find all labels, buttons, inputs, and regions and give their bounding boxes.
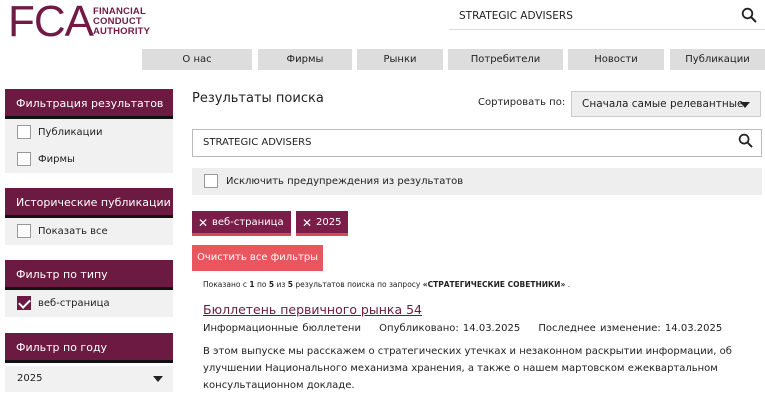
chevron-down-icon [153, 376, 163, 382]
checkbox[interactable] [17, 224, 31, 238]
filter-publications[interactable]: Публикации [5, 119, 173, 146]
fca-logo[interactable]: FCA FINANCIAL CONDUCT AUTHORITY [4, 0, 154, 46]
header-search-value: STRATEGIC ADVISERS [459, 10, 573, 22]
result-description: В этом выпуске мы расскажем о стратегиче… [203, 346, 732, 391]
sort-label: Сортировать по: [478, 97, 566, 108]
nav-consumers[interactable]: Потребители [448, 49, 563, 70]
result-modified: Последнее изменение: 14.03.2025 [538, 323, 723, 334]
nav-markets[interactable]: Рынки [357, 49, 443, 70]
results-summary: Показано с 1 по 5 из 5 результатов поиск… [203, 280, 571, 289]
exclude-warnings-label: Исключить предупреждения из результатов [226, 176, 464, 187]
chip-label: 2025 [316, 217, 342, 228]
year-select[interactable]: 2025 [5, 366, 173, 392]
show-all-option[interactable]: Показать все [5, 218, 173, 245]
checked-checkbox[interactable] [17, 296, 31, 310]
filter-firms-label: Фирмы [38, 154, 75, 165]
show-all-label: Показать все [38, 226, 108, 237]
filter-results-heading: Фильтрация результатов [5, 89, 173, 119]
close-icon[interactable]: ✕ [198, 211, 208, 235]
search-value: STRATEGIC ADVISERS [203, 137, 312, 148]
logo-letters: FCA [8, 0, 94, 46]
checkbox[interactable] [204, 174, 218, 188]
search-input[interactable]: STRATEGIC ADVISERS [192, 129, 762, 157]
header-search-input[interactable]: STRATEGIC ADVISERS [449, 4, 765, 30]
year-value: 2025 [17, 373, 43, 384]
filter-firms[interactable]: Фирмы [5, 146, 173, 173]
checkbox[interactable] [17, 125, 31, 139]
chip-label: веб-страница [212, 217, 284, 228]
filter-chip-year[interactable]: ✕ 2025 [296, 211, 348, 236]
nav-about[interactable]: О нас [142, 49, 252, 70]
year-heading: Фильтр по году [5, 333, 173, 363]
nav-publications[interactable]: Публикации [670, 49, 765, 70]
result-title-link[interactable]: Бюллетень первичного рынка 54 [203, 302, 422, 317]
filter-chip-webpage[interactable]: ✕ веб-страница [192, 211, 291, 236]
checkbox[interactable] [17, 152, 31, 166]
logo-text: FINANCIAL CONDUCT AUTHORITY [93, 6, 151, 37]
doctype-heading: Фильтр по типу документа [5, 260, 173, 311]
search-icon[interactable] [741, 7, 757, 23]
page-title: Результаты поиска [192, 91, 324, 106]
search-icon[interactable] [738, 133, 753, 148]
doctype-webpage-option[interactable]: веб-страница [5, 290, 173, 317]
close-icon[interactable]: ✕ [302, 211, 312, 235]
nav-news[interactable]: Новости [568, 49, 664, 70]
sort-value: Сначала самые релевантные [582, 98, 744, 110]
doctype-webpage-label: веб-страница [38, 298, 110, 309]
nav-firms[interactable]: Фирмы [258, 49, 352, 70]
result-type: Информационные бюллетени [203, 323, 361, 334]
result-published: Опубликовано: 14.03.2025 [379, 323, 521, 334]
chevron-down-icon [740, 102, 750, 108]
filter-publications-label: Публикации [38, 127, 103, 138]
sort-select[interactable]: Сначала самые релевантные [571, 91, 761, 117]
historic-heading: Исторические публикации [5, 188, 173, 218]
clear-filters-button[interactable]: Очистить все фильтры [192, 245, 323, 271]
exclude-warnings-option[interactable]: Исключить предупреждения из результатов [192, 168, 762, 195]
result-meta: Информационные бюллетени Опубликовано: 1… [203, 323, 736, 334]
